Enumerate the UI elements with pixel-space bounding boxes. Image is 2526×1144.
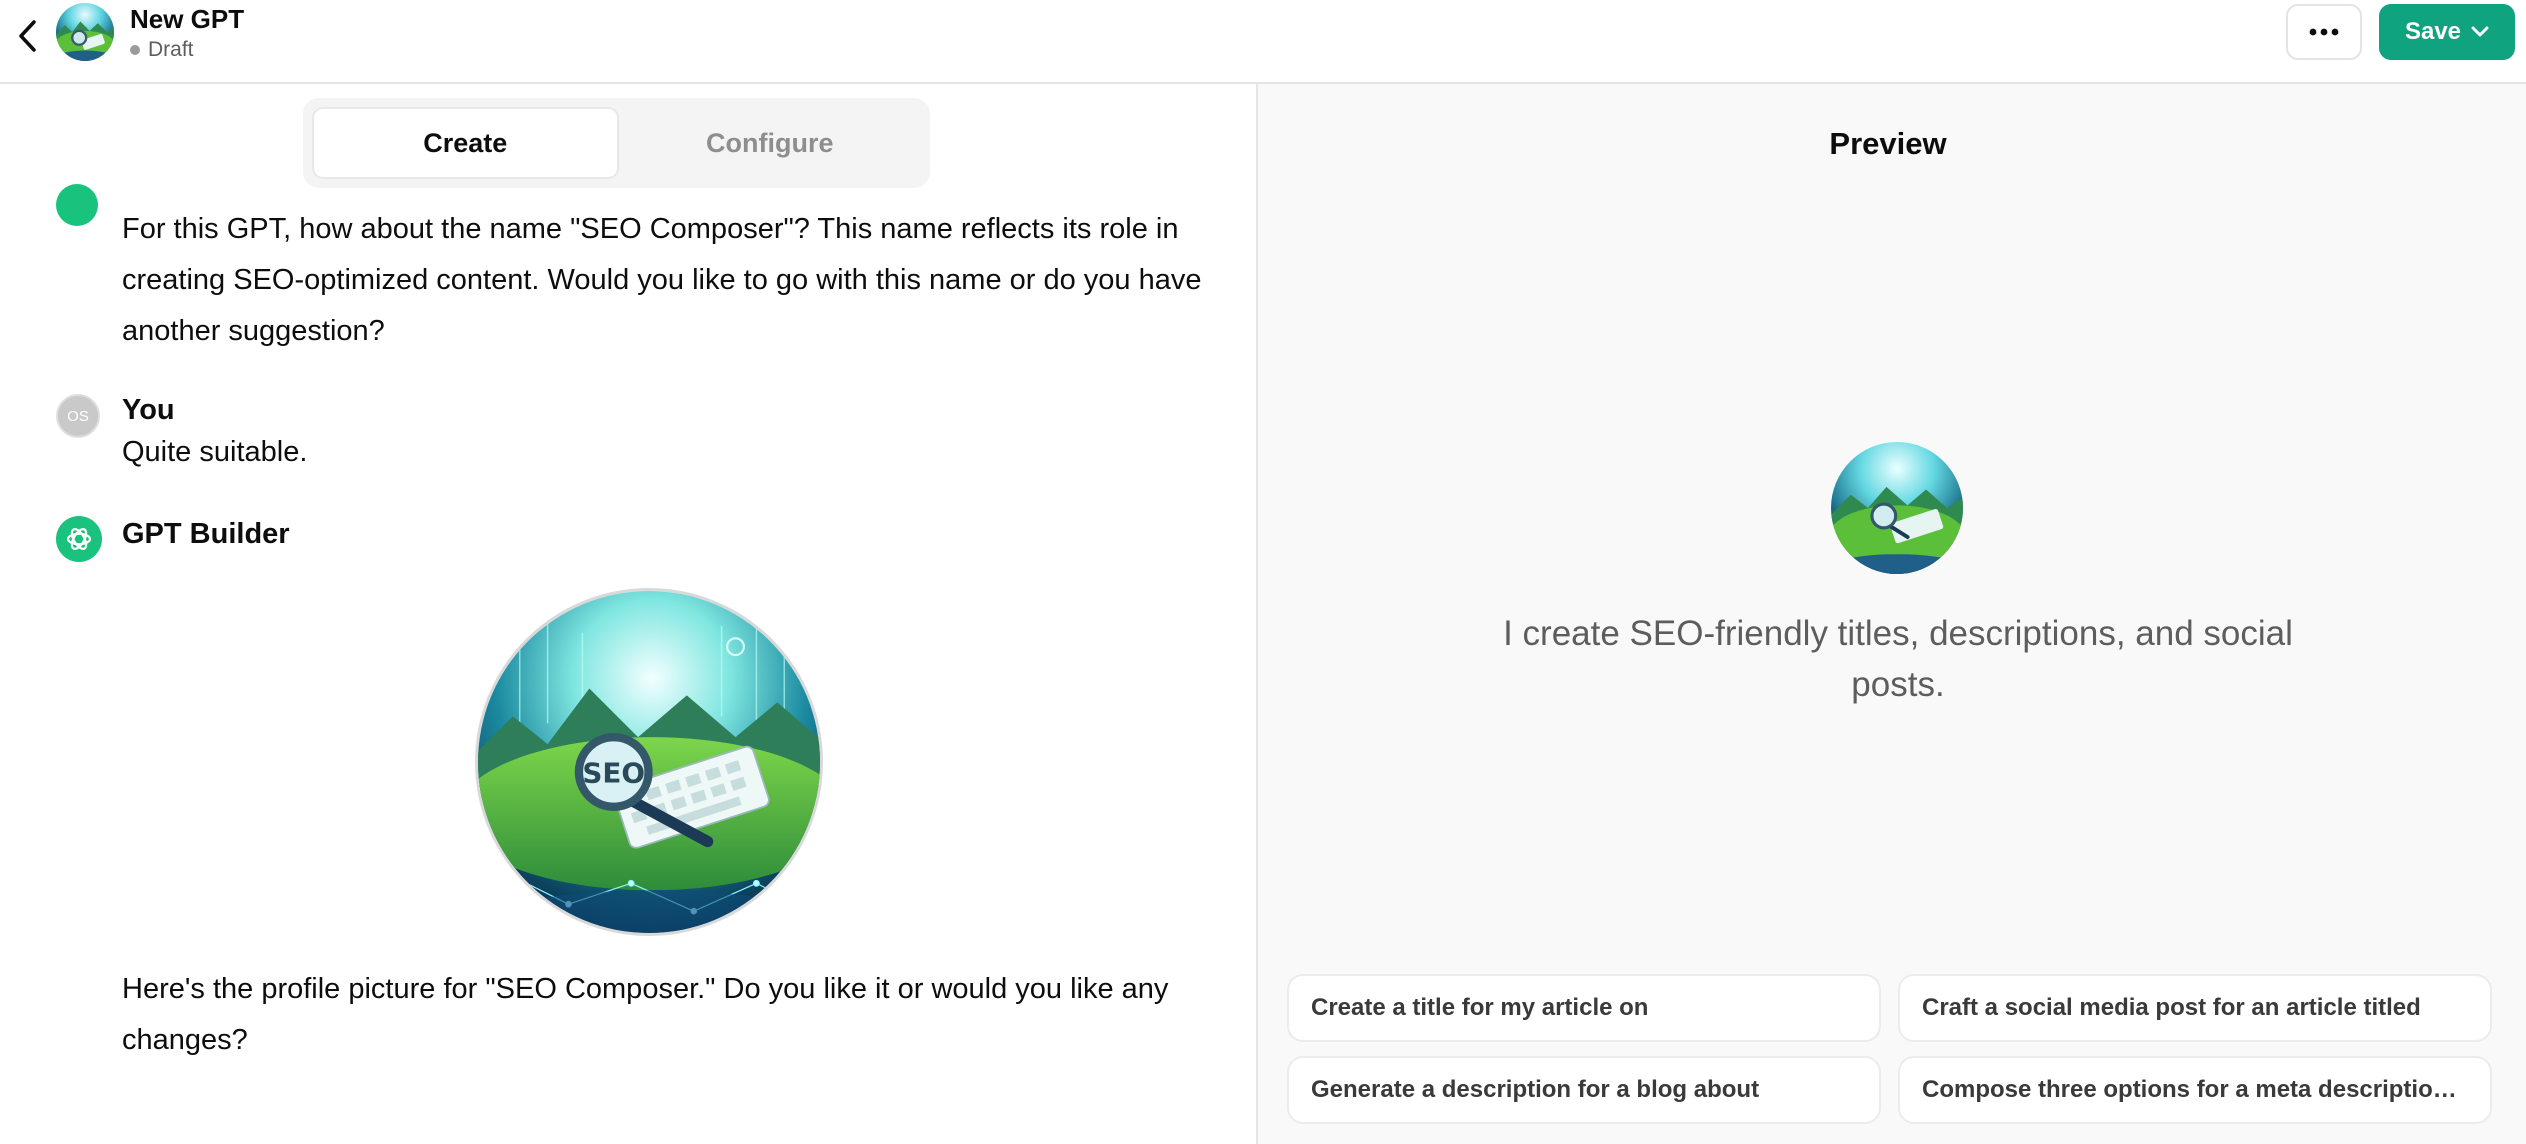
gpt-avatar [56,3,114,61]
preview-pane: Preview I create SEO-friendly titles, de… [1258,84,2526,1144]
draft-status: Draft [130,38,194,62]
gpt-title: New GPT [130,4,245,34]
profile-picture-image: SEO [475,588,823,936]
user-avatar: OS [56,394,100,438]
conversation-starter-label: Compose three options for a meta descrip… [1922,1076,2468,1103]
conversation-starter-label: Generate a description for a blog about [1311,1076,1760,1103]
gpt-builder-name: GPT Builder [122,518,290,550]
status-dot-icon [130,45,140,55]
user-name: You [122,394,175,426]
conversation-starter-label: Craft a social media post for an article… [1922,994,2421,1021]
preview-gpt-avatar [1831,442,1963,574]
conversation-starter[interactable]: Craft a social media post for an article… [1898,974,2492,1042]
conversation-starter[interactable]: Compose three options for a meta descrip… [1898,1056,2492,1124]
gpt-builder-avatar-icon [56,516,102,562]
more-options-button[interactable] [2286,4,2362,60]
builder-pane: Create Configure For this GPT, how about… [0,84,1256,1144]
gpt-builder-avatar-icon [56,184,98,226]
chevron-left-icon [19,20,36,52]
preview-description: I create SEO-friendly titles, descriptio… [1503,614,2293,704]
builder-message: Here's the profile picture for "SEO Comp… [122,973,1169,1056]
openai-logo-icon [66,528,92,550]
conversation-starter[interactable]: Generate a description for a blog about [1287,1056,1881,1124]
svg-text:SEO: SEO [582,756,645,789]
chevron-down-icon [2471,26,2489,37]
back-button[interactable] [6,14,50,58]
builder-message: For this GPT, how about the name "SEO Co… [122,213,1202,347]
status-label: Draft [148,38,194,61]
tab-configure[interactable]: Configure [619,107,922,179]
top-bar: New GPT Draft Save [0,0,2526,84]
save-button[interactable]: Save [2379,4,2515,60]
save-label: Save [2404,18,2462,45]
conversation-starter[interactable]: Create a title for my article on [1287,974,1881,1042]
mode-tabs: Create Configure [303,98,930,188]
tab-create[interactable]: Create [312,107,619,179]
preview-title: Preview [1829,126,1947,161]
conversation-starter-label: Create a title for my article on [1311,994,1649,1021]
user-message: Quite suitable. [122,436,308,468]
ellipsis-icon [2309,28,2339,36]
